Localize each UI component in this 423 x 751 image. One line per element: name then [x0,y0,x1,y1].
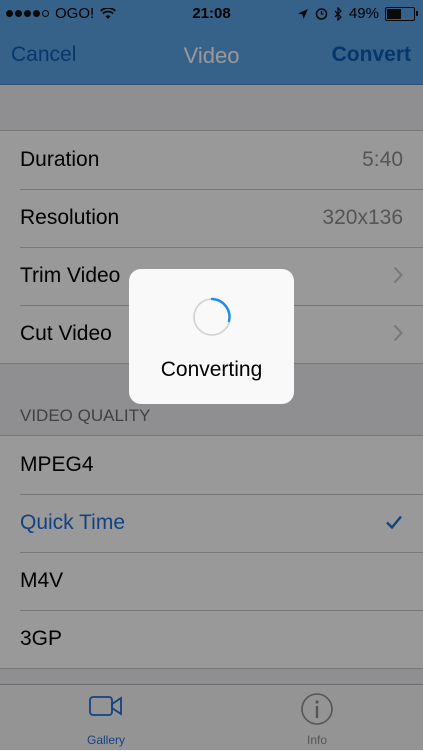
converting-label: Converting [160,358,263,381]
spinner-icon [193,297,231,336]
converting-hud: Converting [129,269,294,404]
